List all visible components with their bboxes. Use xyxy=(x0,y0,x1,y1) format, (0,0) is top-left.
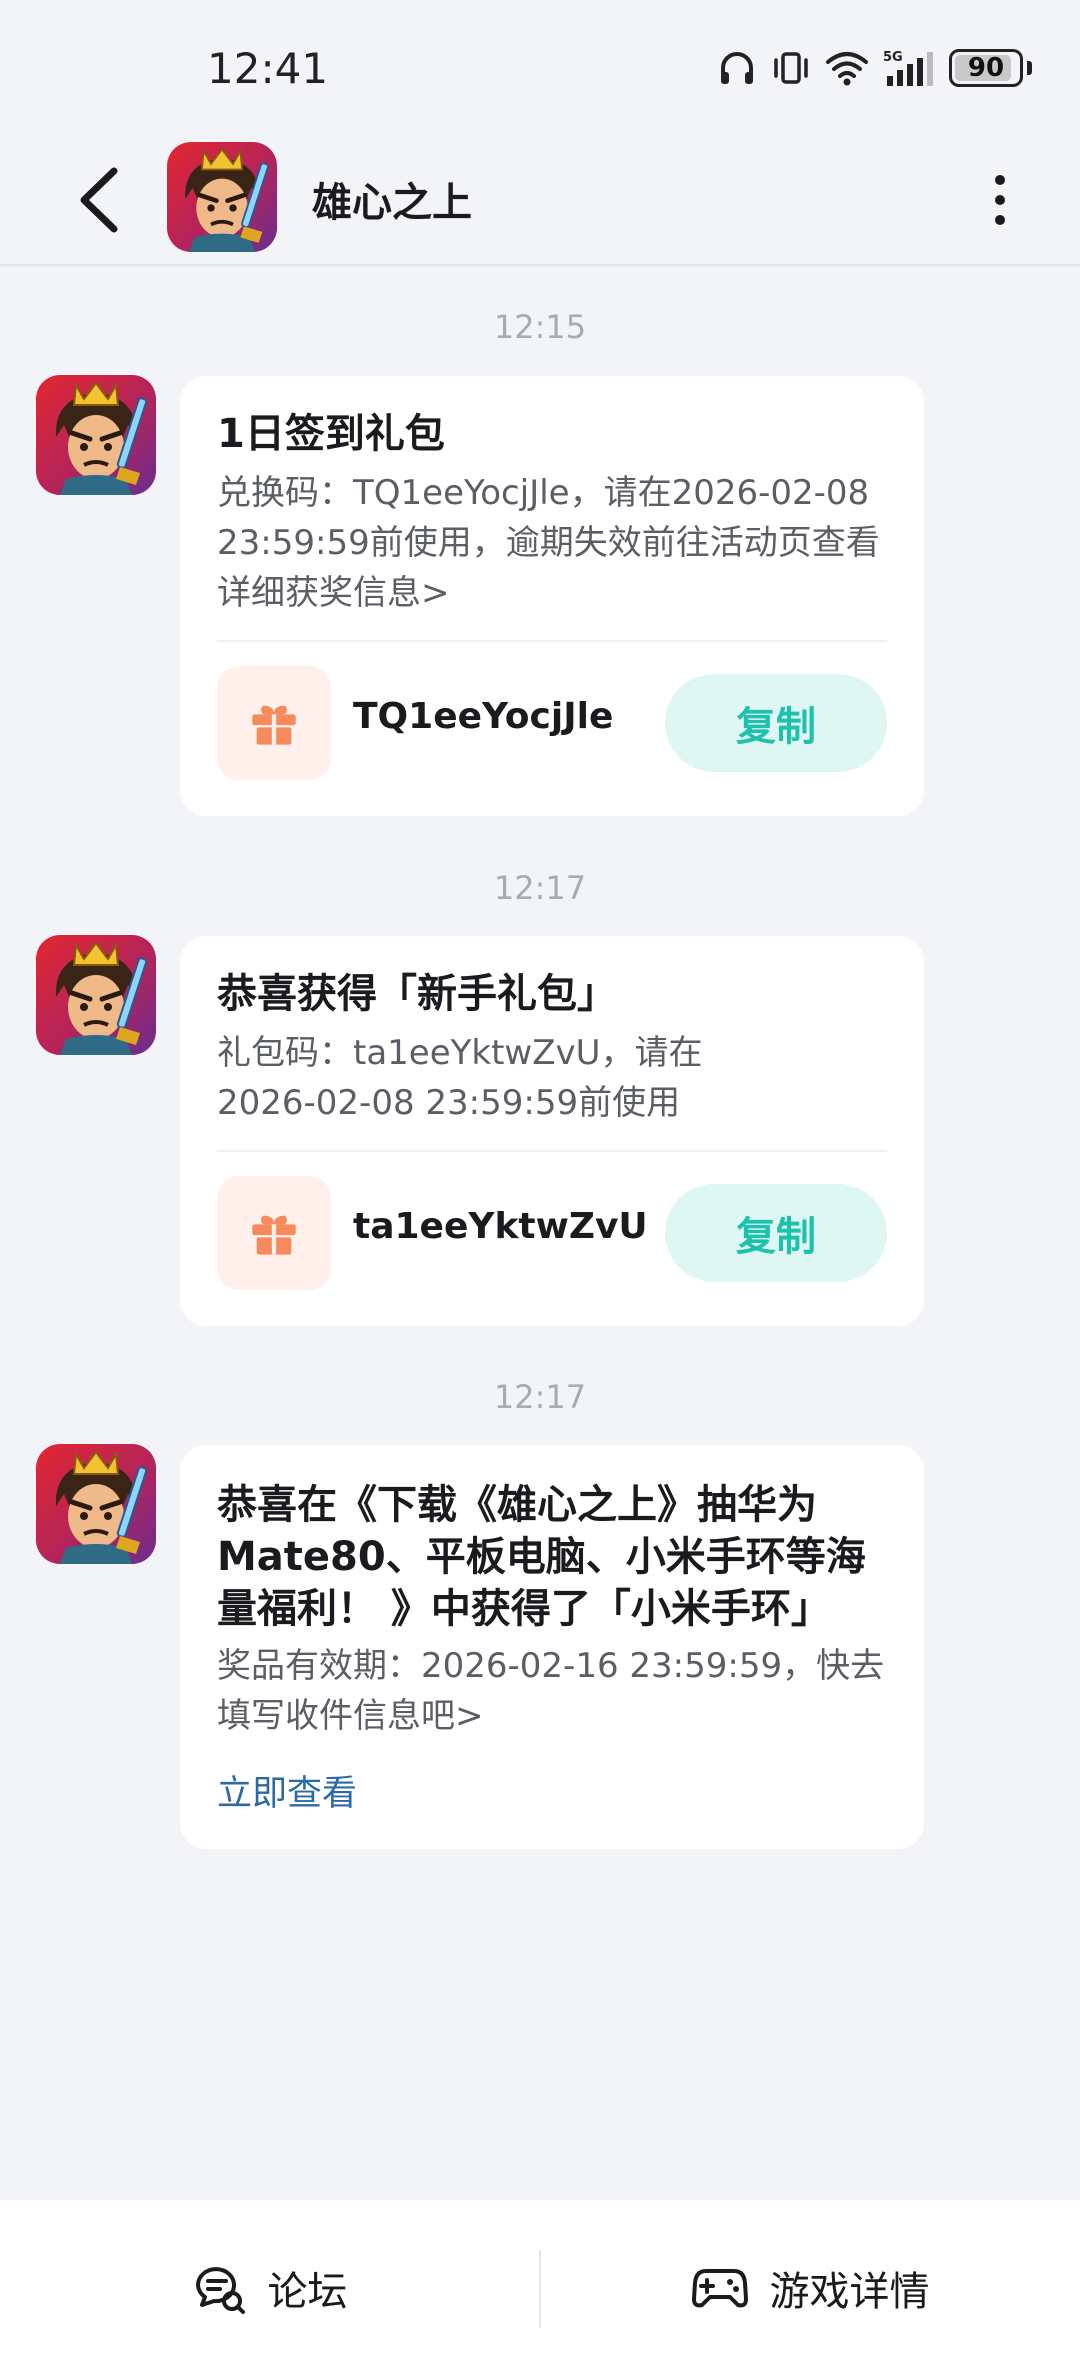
forum-chat-icon xyxy=(195,2267,245,2314)
game-details-label: 游戏详情 xyxy=(769,2269,930,2315)
more-dot xyxy=(995,195,1005,205)
back-button[interactable] xyxy=(58,160,138,240)
message-title: 恭喜在《下载《雄心之上》抽华为Mate80、平板电脑、小米手环等海量福利！ 》中… xyxy=(217,1482,866,1632)
sender-avatar[interactable] xyxy=(36,1444,156,1564)
bottom-bar: 论坛 游戏详情 xyxy=(0,2200,1080,2376)
status-bar: 12:41 5G 90 xyxy=(0,0,1080,130)
card-divider xyxy=(217,640,887,642)
more-dot xyxy=(995,215,1005,225)
more-vertical-icon xyxy=(995,175,1005,185)
page-title: 雄心之上 xyxy=(312,180,472,226)
gift-code: TQ1eeYocjJle xyxy=(353,696,614,737)
gift-box xyxy=(217,666,331,780)
gift-icon xyxy=(248,1207,300,1259)
wifi-icon xyxy=(826,52,868,86)
sender-avatar[interactable] xyxy=(36,375,156,495)
message-body: 礼包码：ta1eeYktwZvU，请在2026-02-08 23:59:59前使… xyxy=(217,1033,703,1123)
battery-icon: 90 xyxy=(949,49,1023,87)
battery-tip xyxy=(1027,61,1032,75)
more-options-button[interactable] xyxy=(960,160,1040,240)
status-time: 12:41 xyxy=(207,44,329,93)
status-icons: 5G 90 xyxy=(717,46,1032,90)
message-timestamp: 12:17 xyxy=(493,869,587,907)
message-body[interactable]: 兑换码：TQ1eeYocjJle，请在2026-02-08 23:59:59前使… xyxy=(217,468,897,618)
message-card: 恭喜获得「新手礼包」 礼包码：ta1eeYktwZvU，请在2026-02-08… xyxy=(180,936,924,1326)
gift-icon xyxy=(248,697,300,749)
forum-button[interactable]: 论坛 xyxy=(0,2200,539,2376)
gamepad-icon xyxy=(691,2269,748,2308)
chat-header: 雄心之上 xyxy=(0,130,1080,266)
game-avatar[interactable] xyxy=(167,142,277,252)
game-details-button[interactable]: 游戏详情 xyxy=(541,2200,1080,2376)
sender-avatar[interactable] xyxy=(36,935,156,1055)
headphones-icon xyxy=(721,52,753,84)
copy-button[interactable]: 复制 xyxy=(665,674,887,772)
message-body[interactable]: 奖品有效期：2026-02-16 23:59:59，快去填写收件信息吧> xyxy=(217,1641,897,1741)
copy-button[interactable]: 复制 xyxy=(665,1184,887,1282)
gift-box xyxy=(217,1176,331,1290)
forum-label: 论坛 xyxy=(267,2269,348,2315)
message-card: 恭喜在《下载《雄心之上》抽华为Mate80、平板电脑、小米手环等海量福利！ 》中… xyxy=(180,1445,924,1849)
message-title: 恭喜获得「新手礼包」 xyxy=(217,971,617,1017)
chevron-left-icon xyxy=(80,167,118,233)
network-label: 5G xyxy=(883,50,903,65)
cellular-signal-icon: 5G xyxy=(883,50,933,86)
battery-percent: 90 xyxy=(967,53,1005,83)
view-now-link[interactable]: 立即查看 xyxy=(217,1765,357,1816)
message-timestamp: 12:15 xyxy=(493,308,587,346)
card-divider xyxy=(217,1150,887,1152)
message-card: 1日签到礼包 兑换码：TQ1eeYocjJle，请在2026-02-08 23:… xyxy=(180,376,924,816)
message-title: 1日签到礼包 xyxy=(217,411,445,457)
gift-code: ta1eeYktwZvU xyxy=(353,1206,648,1247)
message-timestamp: 12:17 xyxy=(493,1378,587,1416)
vibrate-icon xyxy=(774,52,808,84)
